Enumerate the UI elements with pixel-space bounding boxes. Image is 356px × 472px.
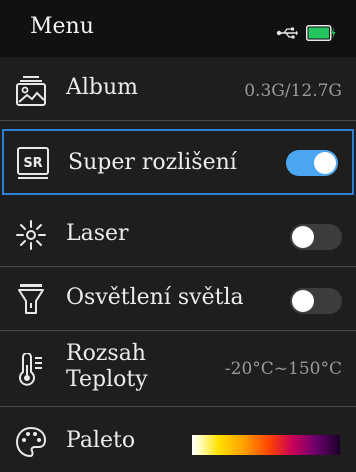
menu-item-album[interactable]: Album 0.3G/12.7G (0, 57, 356, 121)
palette-gradient-bar[interactable] (192, 435, 340, 455)
svg-text:SR: SR (23, 156, 42, 171)
palette-label: Paleto (66, 428, 136, 453)
laser-icon (16, 220, 46, 250)
laser-label: Laser (66, 221, 129, 246)
album-icon (16, 76, 46, 106)
toggle-knob (292, 226, 314, 248)
menu-item-palette[interactable]: Paleto (0, 407, 356, 471)
temperature-range-label-line1: Rozsah (66, 341, 146, 366)
page-title: Menu (30, 14, 94, 39)
status-bar: Menu (0, 0, 356, 57)
usb-icon (276, 27, 298, 39)
menu-item-light[interactable]: Osvětlení světla (0, 267, 356, 331)
album-label: Album (66, 75, 139, 100)
temperature-range-value: -20°C~150°C (224, 359, 342, 379)
sr-icon: SR (17, 147, 49, 179)
menu-item-laser[interactable]: Laser (0, 203, 356, 267)
palette-icon (15, 426, 47, 458)
menu-item-temperature-range[interactable]: Rozsah Teploty -20°C~150°C (0, 331, 356, 407)
thermometer-icon (19, 353, 42, 386)
laser-toggle[interactable] (290, 224, 342, 250)
toggle-knob (292, 290, 314, 312)
flashlight-icon (18, 284, 44, 314)
battery-charging-icon (306, 25, 336, 41)
light-label: Osvětlení světla (66, 285, 244, 310)
temperature-range-label-line2: Teploty (66, 367, 148, 392)
menu-item-super-resolution[interactable]: SR Super rozlišení (2, 129, 354, 195)
super-resolution-label: Super rozlišení (68, 150, 237, 175)
toggle-knob (314, 152, 336, 174)
album-storage-value: 0.3G/12.7G (244, 81, 342, 101)
super-resolution-toggle[interactable] (286, 150, 338, 176)
light-toggle[interactable] (290, 288, 342, 314)
